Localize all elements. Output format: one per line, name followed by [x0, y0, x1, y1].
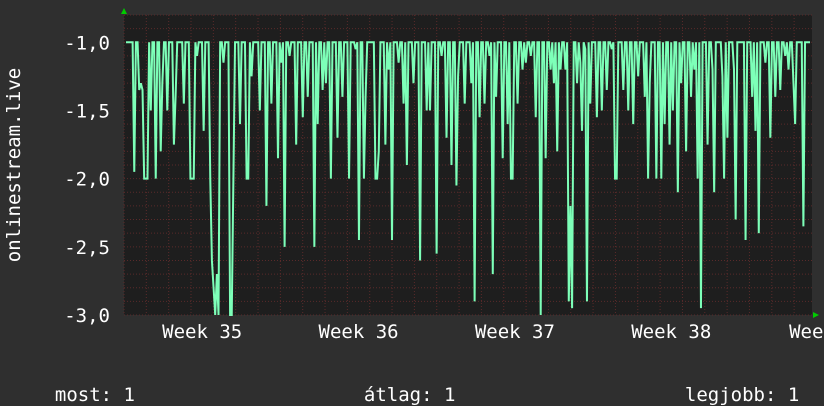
stat-average: átlag: 1 [341, 362, 456, 406]
x-tick-label: Week 37 [475, 321, 555, 343]
stat-average-value: 1 [443, 384, 456, 406]
y-axis-arrow-icon [121, 8, 127, 14]
x-axis-ticks: Week 35 Week 36 Week 37 Week 38 Week [162, 321, 824, 343]
y-axis-ticks: -1,0 -1,5 -2,0 -2,5 -3,0 [64, 32, 110, 327]
stat-average-label: átlag: [363, 384, 433, 406]
stat-now-value: 1 [123, 384, 135, 406]
y-axis-label: onlinestream.live [3, 68, 25, 262]
y-tick-label: -1,0 [64, 32, 110, 54]
y-tick-label: -1,5 [64, 100, 110, 122]
x-tick-label: Week 35 [162, 321, 242, 343]
x-tick-label: Week 36 [319, 321, 399, 343]
stat-now-label: most: [54, 384, 113, 406]
y-tick-label: -2,0 [64, 169, 110, 191]
line-chart: -1,0-1,5-2,0-2,5-3,0 Week 35 Week 36 Week … [3, 8, 824, 343]
x-axis-arrow-icon [813, 312, 819, 318]
stat-best-label: legjobb: [684, 384, 777, 406]
x-tick-label: Week 38 [631, 321, 711, 343]
x-tick-label: Week [789, 321, 824, 343]
y-tick-label: -2,5 [64, 237, 110, 259]
stat-best-value: 1 [787, 384, 800, 406]
stat-now: most: 1 [32, 362, 135, 406]
y-tick-label: -3,0 [64, 305, 110, 327]
stat-best: legjobb: 1 [662, 362, 799, 406]
